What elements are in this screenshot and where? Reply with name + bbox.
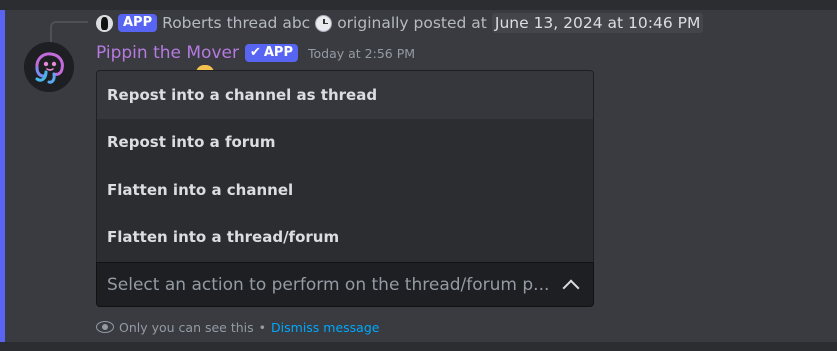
checkmark-icon: ✔ [249, 45, 261, 60]
message-timestamp[interactable]: Today at 2:56 PM [308, 46, 415, 61]
menu-item-repost-channel-thread[interactable]: Repost into a channel as thread [97, 71, 593, 119]
reply-author-avatar[interactable] [96, 14, 113, 32]
eye-icon [96, 321, 114, 333]
username[interactable]: Pippin the Mover [96, 43, 239, 63]
visibility-note: Only you can see this [119, 319, 254, 335]
reply-app-tag: APP [118, 14, 158, 32]
app-tag-label: APP [263, 45, 293, 60]
bottom-strip [0, 342, 837, 351]
reply-thread-name[interactable]: thread abc [227, 14, 311, 32]
top-strip [0, 0, 837, 10]
menu-item-flatten-channel[interactable]: Flatten into a channel [97, 166, 593, 214]
select-placeholder: Select an action to perform on the threa… [107, 274, 550, 295]
highlight-accent-bar [0, 10, 5, 342]
bot-avatar-art [24, 42, 74, 92]
action-select[interactable]: Select an action to perform on the threa… [96, 262, 594, 307]
action-menu: Repost into a channel as thread Repost i… [96, 70, 594, 262]
message-header: Pippin the Mover ✔ APP Today at 2:56 PM [96, 42, 415, 64]
menu-item-flatten-thread-forum[interactable]: Flatten into a thread/forum [97, 214, 593, 262]
clock-icon [315, 14, 333, 32]
footnote-separator: • [258, 319, 267, 335]
dismiss-message-link[interactable]: Dismiss message [271, 320, 379, 335]
reply-reference[interactable]: APP Roberts thread abc originally posted… [96, 12, 704, 34]
reply-author-name[interactable]: Roberts [162, 14, 221, 32]
chevron-up-icon[interactable] [562, 279, 580, 296]
reply-date-chip[interactable]: June 13, 2024 at 10:46 PM [491, 13, 704, 33]
reply-originally-posted: originally posted at [337, 14, 487, 32]
menu-item-repost-forum[interactable]: Repost into a forum [97, 119, 593, 167]
reply-spine [50, 21, 88, 43]
ephemeral-footnote: Only you can see this • Dismiss message [96, 318, 379, 336]
verified-app-tag: ✔ APP [244, 44, 298, 62]
bot-avatar[interactable] [24, 42, 74, 92]
